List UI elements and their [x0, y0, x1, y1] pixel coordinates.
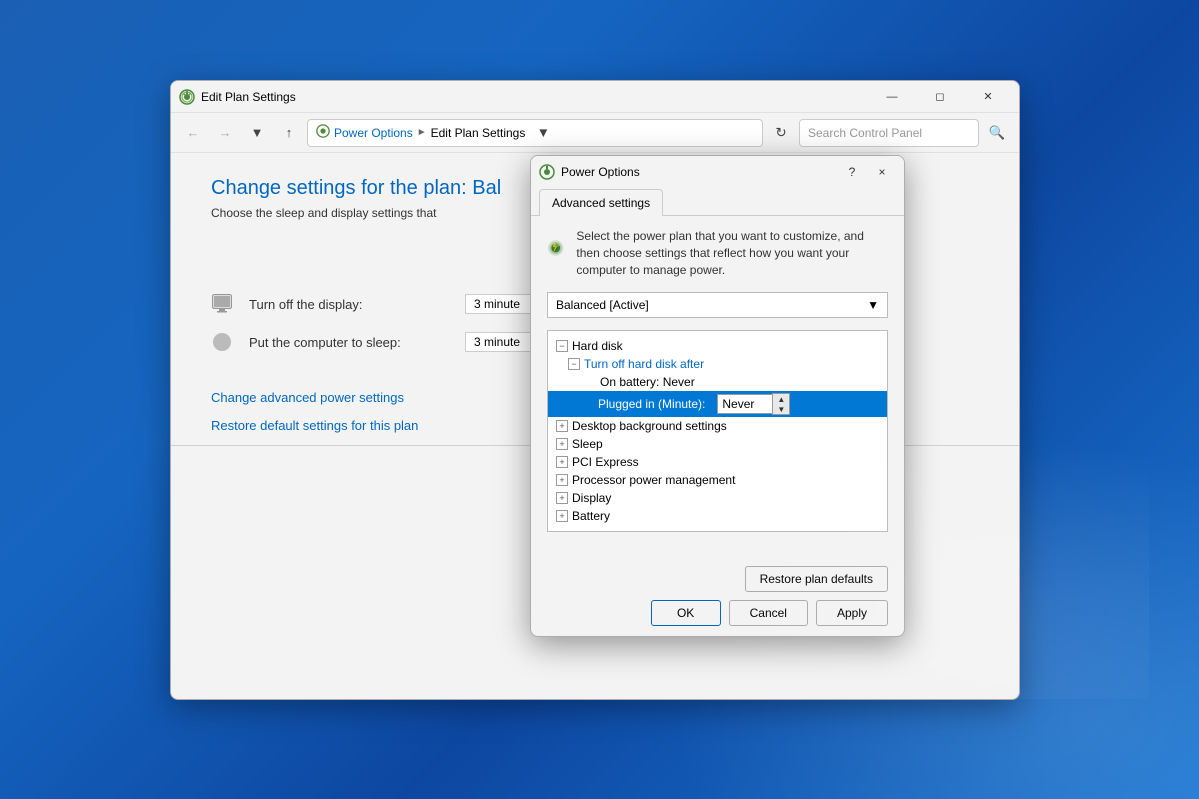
window-title: Edit Plan Settings [201, 90, 869, 104]
address-box[interactable]: Power Options ► Edit Plan Settings ▼ [307, 119, 763, 147]
pci-express-label: PCI Express [572, 455, 639, 469]
tree-item-battery[interactable]: + Battery [548, 507, 887, 525]
tree-item-on-battery[interactable]: On battery: Never [548, 373, 887, 391]
battery-tree-label: Battery [572, 509, 610, 523]
spinner-up[interactable]: ▲ [773, 394, 789, 404]
back-button[interactable]: ← [179, 119, 207, 147]
plan-dropdown-value: Balanced [Active] [556, 298, 649, 312]
maximize-button[interactable]: ◻ [917, 81, 963, 113]
breadcrumb-separator: ► [417, 127, 427, 138]
expand-display[interactable]: + [556, 492, 568, 504]
display-tree-label: Display [572, 491, 611, 505]
refresh-button[interactable]: ↻ [767, 119, 795, 147]
expand-hard-disk[interactable]: − [556, 340, 568, 352]
tree-item-processor-power[interactable]: + Processor power management [548, 471, 887, 489]
close-button[interactable]: ✕ [965, 81, 1011, 113]
tree-item-desktop-bg[interactable]: + Desktop background settings [548, 417, 887, 435]
restore-plan-defaults-button[interactable]: Restore plan defaults [745, 566, 888, 592]
tree-item-sleep[interactable]: + Sleep [548, 435, 887, 453]
search-button[interactable]: 🔍 [983, 119, 1011, 147]
dialog-body: Select the power plan that you want to c… [531, 216, 904, 556]
tree-item-hard-disk[interactable]: − Hard disk [548, 337, 887, 355]
cancel-button[interactable]: Cancel [729, 600, 808, 626]
restore-defaults-link[interactable]: Restore default settings for this plan [211, 418, 418, 433]
tree-item-turn-off-hdd[interactable]: − Turn off hard disk after [548, 355, 887, 373]
hard-disk-label: Hard disk [572, 339, 623, 353]
dialog-title-bar: Power Options ? × [531, 156, 904, 188]
tab-advanced-settings[interactable]: Advanced settings [539, 189, 663, 216]
dialog-controls: ? × [838, 158, 896, 186]
plugged-in-label: Plugged in (Minute): [598, 397, 705, 411]
tree-view: − Hard disk − Turn off hard disk after O… [547, 330, 888, 532]
sleep-icon [211, 331, 233, 353]
power-plan-icon [547, 228, 564, 268]
breadcrumb-power-options[interactable]: Power Options [334, 126, 413, 140]
search-box: Search Control Panel [799, 119, 979, 147]
title-bar: Edit Plan Settings — ◻ ✕ [171, 81, 1019, 113]
address-bar: ← → ▼ ↑ Power Options ► Edit Plan Settin… [171, 113, 1019, 153]
breadcrumb: Power Options ► Edit Plan Settings [334, 126, 525, 140]
processor-power-label: Processor power management [572, 473, 735, 487]
ok-button[interactable]: OK [651, 600, 721, 626]
dialog-description: Select the power plan that you want to c… [576, 228, 888, 278]
dialog-footer: Restore plan defaults OK Cancel Apply [531, 556, 904, 636]
forward-button[interactable]: → [211, 119, 239, 147]
spinner-buttons: ▲ ▼ [772, 393, 790, 415]
tree-item-display[interactable]: + Display [548, 489, 887, 507]
dialog-close-button[interactable]: × [868, 158, 896, 186]
dialog-description-row: Select the power plan that you want to c… [547, 228, 888, 278]
up-button[interactable]: ↑ [275, 119, 303, 147]
apply-button[interactable]: Apply [816, 600, 888, 626]
turn-off-hdd-label: Turn off hard disk after [584, 357, 704, 371]
desktop-bg-label: Desktop background settings [572, 419, 727, 433]
expand-pci-express[interactable]: + [556, 456, 568, 468]
dialog-title: Power Options [561, 165, 838, 179]
plan-dropdown-arrow: ▼ [867, 298, 879, 312]
expand-battery[interactable]: + [556, 510, 568, 522]
plan-dropdown[interactable]: Balanced [Active] ▼ [547, 292, 888, 318]
power-options-dialog: Power Options ? × Advanced settings [530, 155, 905, 637]
tree-item-plugged-in[interactable]: Plugged in (Minute): ▲ ▼ [548, 391, 887, 417]
recent-locations-button[interactable]: ▼ [243, 119, 271, 147]
dialog-tabs: Advanced settings [531, 188, 904, 216]
expand-sleep[interactable]: + [556, 438, 568, 450]
window-icon [179, 89, 195, 105]
dialog-icon [539, 164, 555, 180]
breadcrumb-current: Edit Plan Settings [431, 126, 526, 140]
monitor-icon [211, 293, 233, 315]
display-label: Turn off the display: [249, 297, 449, 312]
on-battery-label: On battery: Never [600, 375, 695, 389]
tree-item-pci-express[interactable]: + PCI Express [548, 453, 887, 471]
sleep-label: Put the computer to sleep: [249, 335, 449, 350]
address-icon [316, 124, 330, 141]
sleep-tree-label: Sleep [572, 437, 603, 451]
search-placeholder: Search Control Panel [808, 126, 922, 140]
advanced-settings-link[interactable]: Change advanced power settings [211, 390, 404, 405]
plugged-in-spinner: ▲ ▼ [717, 393, 790, 415]
window-controls: — ◻ ✕ [869, 81, 1011, 113]
dialog-help-button[interactable]: ? [838, 158, 866, 186]
dialog-action-buttons: OK Cancel Apply [547, 600, 888, 626]
minimize-button[interactable]: — [869, 81, 915, 113]
expand-processor-power[interactable]: + [556, 474, 568, 486]
address-dropdown-button[interactable]: ▼ [529, 119, 557, 147]
expand-desktop-bg[interactable]: + [556, 420, 568, 432]
spinner-down[interactable]: ▼ [773, 404, 789, 414]
spinner-input[interactable] [717, 394, 772, 414]
expand-turn-off-hdd[interactable]: − [568, 358, 580, 370]
